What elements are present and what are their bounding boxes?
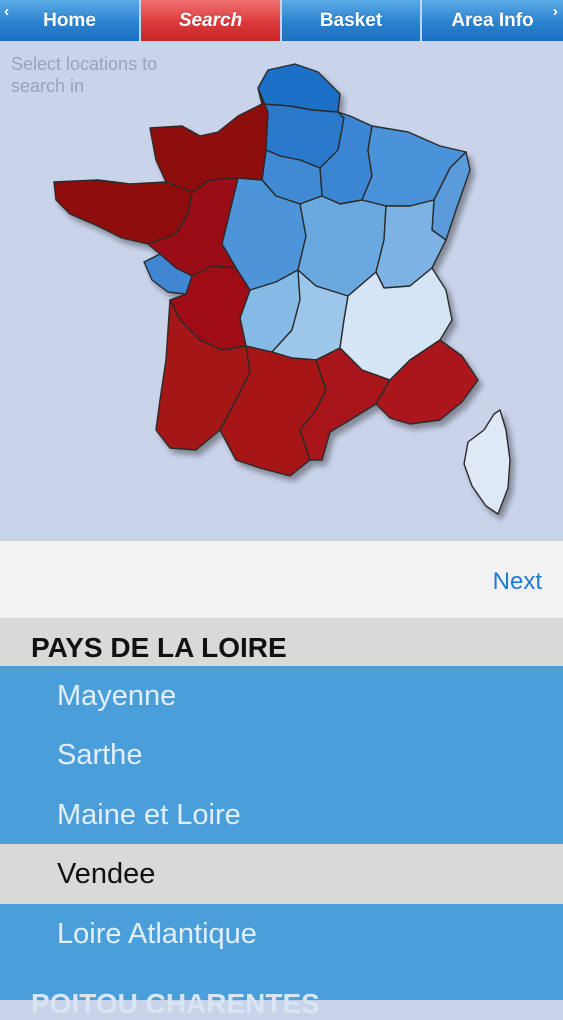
list-item-selected[interactable]: Vendee	[0, 844, 563, 904]
tab-search-label: Search	[178, 9, 243, 31]
tab-area-info-label: Area Info	[451, 9, 534, 31]
tab-home-label: Home	[43, 9, 96, 31]
next-button[interactable]: Next	[493, 568, 542, 596]
list-item-label: Loire Atlantique	[57, 918, 257, 950]
list-item[interactable]: Sarthe	[0, 725, 563, 785]
next-section-header-label: POITOU CHARENTES	[31, 988, 320, 1019]
region-basse-normandie[interactable]	[149, 87, 269, 193]
list-item-label: Mayenne	[57, 680, 177, 712]
action-bar: Next	[0, 540, 563, 619]
section-header-label: PAYS DE LA LOIRE	[31, 632, 287, 663]
next-section-header: POITOU CHARENTES	[0, 964, 563, 1019]
tab-area-info[interactable]: Area Info ›	[422, 0, 563, 41]
list-item[interactable]: Maine et Loire	[0, 785, 563, 845]
chevron-left-icon: ‹	[4, 3, 10, 20]
list-item-label: Sarthe	[57, 739, 143, 771]
list-item[interactable]: Loire Atlantique	[0, 904, 563, 964]
france-regions-map	[53, 63, 511, 515]
list-item-label: Maine et Loire	[57, 799, 241, 831]
tab-basket-label: Basket	[319, 9, 383, 31]
list-item[interactable]: Mayenne	[0, 666, 563, 726]
chevron-right-icon: ›	[552, 3, 558, 20]
tab-home[interactable]: ‹ Home	[0, 0, 141, 41]
tab-search[interactable]: Search	[141, 0, 282, 41]
region-bretagne[interactable]	[53, 179, 193, 245]
tab-basket[interactable]: Basket	[282, 0, 422, 41]
map-area: Select locations to search in	[0, 41, 563, 540]
top-tab-bar: ‹ Home Search Basket Area Info ›	[0, 0, 563, 41]
region-corse[interactable]	[463, 409, 511, 515]
list-item-label: Vendee	[57, 858, 156, 890]
section-header: PAYS DE LA LOIRE	[0, 618, 563, 666]
